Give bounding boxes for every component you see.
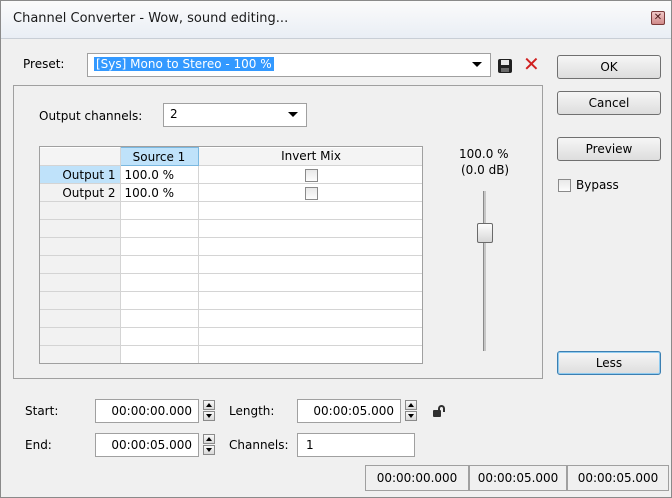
invert-checkbox[interactable] <box>304 186 318 200</box>
level-db: (0.0 dB) <box>461 163 510 177</box>
status-length: 00:00:05.000 <box>567 465 669 491</box>
table-row: Output 2 100.0 % <box>40 183 422 202</box>
title-bar[interactable]: Channel Converter - Wow, sound editing..… <box>1 1 671 39</box>
window-title: Channel Converter - Wow, sound editing..… <box>13 11 289 26</box>
start-value: 00:00:00.000 <box>111 404 192 418</box>
start-label: Start: <box>25 404 59 418</box>
cancel-button[interactable]: Cancel <box>557 91 661 115</box>
empty-row <box>40 309 422 328</box>
unlock-icon[interactable] <box>433 405 447 417</box>
less-button[interactable]: Less <box>557 351 661 375</box>
length-label: Length: <box>229 404 275 418</box>
column-header-source-1[interactable]: Source 1 <box>119 147 199 166</box>
preset-combo[interactable]: [Sys] Mono to Stereo - 100 % <box>87 53 491 77</box>
end-spinner[interactable] <box>203 434 215 456</box>
cell-source-value[interactable]: 100.0 % <box>120 183 199 202</box>
empty-row <box>40 237 422 256</box>
length-field[interactable]: 00:00:05.000 <box>297 399 401 423</box>
empty-row <box>40 201 422 220</box>
status-end: 00:00:05.000 <box>469 465 567 491</box>
preset-value: [Sys] Mono to Stereo - 100 % <box>94 57 274 71</box>
start-spinner[interactable] <box>203 400 215 422</box>
save-icon[interactable] <box>498 59 512 73</box>
delete-icon[interactable]: ✕ <box>523 53 541 75</box>
length-spinner[interactable] <box>405 400 417 422</box>
ok-button[interactable]: OK <box>557 55 661 79</box>
end-field[interactable]: 00:00:05.000 <box>95 433 199 457</box>
channels-field[interactable]: 1 <box>297 433 415 457</box>
empty-row <box>40 327 422 346</box>
bypass-checkbox[interactable] <box>558 179 571 192</box>
start-field[interactable]: 00:00:00.000 <box>95 399 199 423</box>
level-slider-track[interactable] <box>483 191 486 351</box>
chevron-down-icon <box>472 62 482 67</box>
chevron-down-icon <box>288 112 298 117</box>
end-value: 00:00:05.000 <box>111 438 192 452</box>
output-channels-select[interactable]: 2 <box>163 103 307 127</box>
preview-button[interactable]: Preview <box>557 137 661 161</box>
table-row: Output 1 100.0 % <box>40 165 422 184</box>
close-icon[interactable]: ✕ <box>651 11 665 25</box>
channel-converter-dialog: Channel Converter - Wow, sound editing..… <box>0 0 672 498</box>
channels-label: Channels: <box>229 438 289 452</box>
channels-value: 1 <box>306 438 314 452</box>
invert-cell <box>198 183 422 202</box>
level-percent: 100.0 % <box>459 147 509 161</box>
row-header-output-2[interactable]: Output 2 <box>40 183 121 202</box>
preset-label: Preset: <box>23 57 65 71</box>
empty-row <box>40 219 422 238</box>
grid-corner <box>40 147 121 166</box>
level-slider-thumb[interactable] <box>477 223 493 243</box>
mix-grid[interactable]: Source 1 Invert Mix Output 1 100.0 % Out… <box>39 146 423 364</box>
invert-cell <box>198 165 422 184</box>
empty-row <box>40 345 422 363</box>
bypass-label: Bypass <box>576 178 619 192</box>
end-label: End: <box>25 438 52 452</box>
length-value: 00:00:05.000 <box>313 404 394 418</box>
cell-source-value[interactable]: 100.0 % <box>120 165 199 184</box>
output-channels-value: 2 <box>170 107 178 121</box>
invert-checkbox[interactable] <box>304 168 318 182</box>
empty-row <box>40 291 422 310</box>
status-start: 00:00:00.000 <box>365 465 469 491</box>
column-header-invert-mix[interactable]: Invert Mix <box>198 147 422 166</box>
row-header-output-1[interactable]: Output 1 <box>40 165 121 184</box>
empty-row <box>40 273 422 292</box>
output-channels-label: Output channels: <box>39 109 143 123</box>
empty-row <box>40 255 422 274</box>
